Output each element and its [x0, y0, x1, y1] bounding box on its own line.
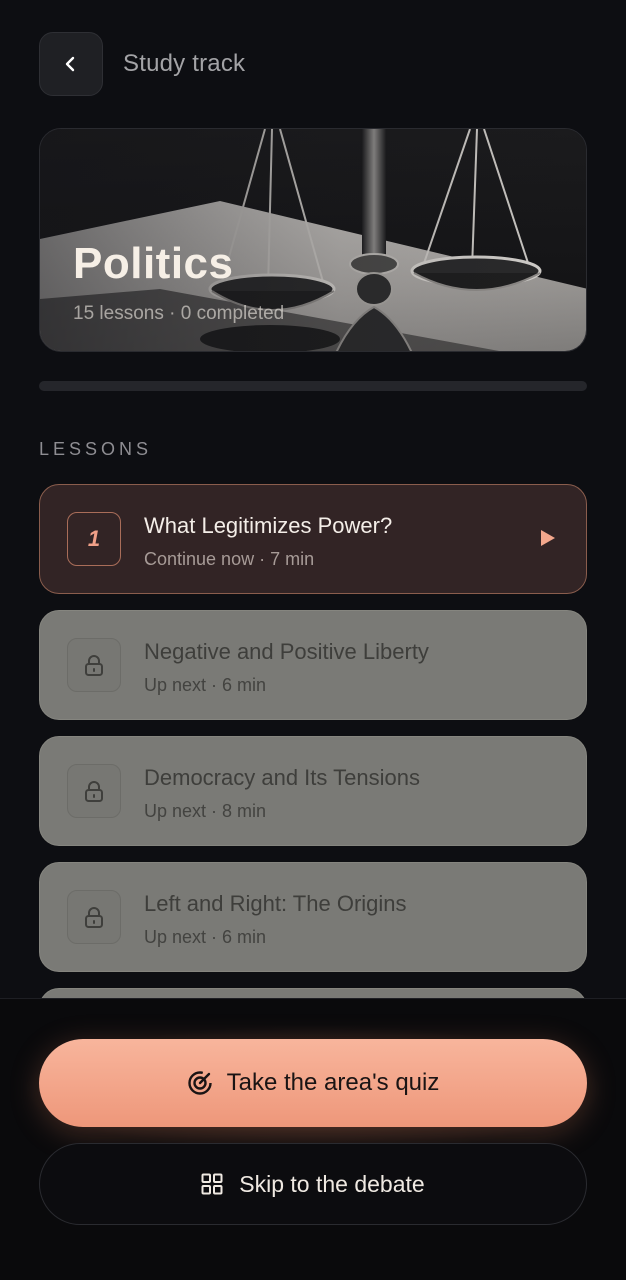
lesson-texts: What Legitimizes Power? Continue now · 7… [144, 513, 392, 570]
lesson-title: Democracy and Its Tensions [144, 765, 420, 790]
lessons-section-label: LESSONS [39, 439, 153, 459]
take-quiz-button[interactable]: Take the area's quiz [39, 1039, 587, 1127]
lesson-texts: Democracy and Its Tensions Up next · 8 m… [144, 765, 420, 822]
lesson-number-badge: 1 [67, 512, 121, 566]
lesson-meta: Continue now · 7 min [144, 549, 315, 569]
lesson-meta: Up next · 6 min [144, 675, 267, 695]
lesson-item-locked[interactable]: Left and Right: The Origins Up next · 6 … [39, 862, 587, 972]
lesson-title: What Legitimizes Power? [144, 513, 393, 538]
lock-icon [67, 764, 121, 818]
header: Study track [39, 32, 245, 96]
chevron-left-icon [65, 56, 75, 72]
lesson-title: Left and Right: The Origins [144, 891, 407, 916]
take-quiz-label: Take the area's quiz [226, 1069, 440, 1096]
bottom-action-sheet: Take the area's quiz Skip to the debate [0, 998, 626, 1280]
back-button[interactable] [39, 32, 103, 96]
track-progress-bar [39, 381, 587, 391]
lesson-item-locked[interactable]: Negative and Positive Liberty Up next · … [39, 610, 587, 720]
lock-icon [67, 890, 121, 944]
skip-to-debate-button[interactable]: Skip to the debate [39, 1143, 587, 1225]
lesson-texts: Negative and Positive Liberty Up next · … [144, 639, 429, 696]
lesson-meta: Up next · 8 min [144, 801, 267, 821]
track-summary: 15 lessons · 0 completed [73, 303, 285, 324]
lesson-title: Negative and Positive Liberty [144, 639, 429, 664]
lock-icon [67, 638, 121, 692]
grid-icon [201, 1173, 223, 1195]
lesson-item-locked[interactable]: Democracy and Its Tensions Up next · 8 m… [39, 736, 587, 846]
page-title: Study track [123, 50, 246, 77]
lesson-meta: Up next · 6 min [144, 927, 267, 947]
lesson-texts: Left and Right: The Origins Up next · 6 … [144, 891, 407, 948]
lesson-item-current[interactable]: 1 What Legitimizes Power? Continue now ·… [39, 484, 587, 594]
play-icon [541, 530, 555, 546]
track-hero-card: Politics 15 lessons · 0 completed [39, 128, 587, 352]
skip-to-debate-label: Skip to the debate [239, 1170, 425, 1197]
target-icon [187, 1071, 212, 1095]
study-track-screen: Study track Politics 15 lessons · 0 comp… [0, 0, 626, 1280]
track-title: Politics [73, 239, 234, 288]
